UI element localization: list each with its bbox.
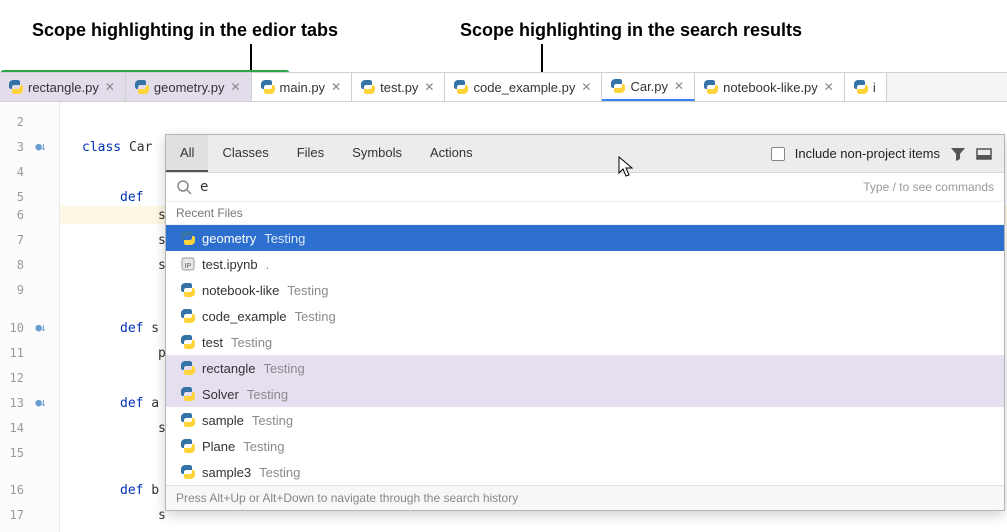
result-item[interactable]: Plane Testing [166,433,1004,459]
editor-tab[interactable]: geometry.py ✕ [126,73,252,101]
code-line[interactable]: def [120,190,143,205]
results-section-header: Recent Files [166,202,1004,225]
result-item[interactable]: sample Testing [166,407,1004,433]
popup-tab-strip: All Classes Files Symbols Actions [166,135,487,172]
result-item[interactable]: code_example Testing [166,303,1004,329]
editor-tab[interactable]: main.py ✕ [252,73,353,101]
result-location: Testing [231,335,272,350]
result-name: code_example [202,309,287,324]
code-line[interactable]: def s [120,321,159,336]
code-line[interactable]: def b [120,483,159,498]
tab-classes[interactable]: Classes [208,135,282,172]
tab-label: code_example.py [473,80,575,95]
search-hint: Type / to see commands [863,180,994,194]
tab-label: main.py [280,80,326,95]
tab-label: notebook-like.py [723,80,818,95]
result-name: test [202,335,223,350]
open-in-tool-window-icon[interactable] [976,146,992,162]
tab-label: Car.py [630,79,668,94]
close-icon[interactable]: ✕ [331,80,341,94]
svg-text:IP: IP [185,263,192,270]
result-location: Testing [287,283,328,298]
tab-label: i [873,80,876,95]
result-location: Testing [295,309,336,324]
result-name: notebook-like [202,283,279,298]
result-name: rectangle [202,361,255,376]
result-location: . [266,257,270,272]
result-name: Plane [202,439,235,454]
editor-tab[interactable]: code_example.py ✕ [445,73,602,101]
editor-tab[interactable]: i [845,73,887,101]
result-item[interactable]: geometry Testing [166,225,1004,251]
search-row: Type / to see commands [166,173,1004,202]
annotation-line-left [250,44,252,72]
editor-tab[interactable]: rectangle.py ✕ [0,73,126,101]
tab-label: geometry.py [154,80,225,95]
result-name: sample3 [202,465,251,480]
popup-status-bar: Press Alt+Up or Alt+Down to navigate thr… [166,485,1004,510]
close-icon[interactable]: ✕ [424,80,434,94]
popup-header: All Classes Files Symbols Actions Includ… [166,135,1004,173]
annotation-label-right: Scope highlighting in the search results [460,20,802,41]
result-location: Testing [263,361,304,376]
result-location: Testing [264,231,305,246]
results-list: geometry Testing IP test.ipynb. notebook-lik… [166,225,1004,485]
result-item[interactable]: sample3 Testing [166,459,1004,485]
result-item[interactable]: Solver Testing [166,381,1004,407]
editor-gutter: 2 3 ●↓ 4 5 6 7 8 9 10 ●↓ 11 12 13 ●↓ 14 … [0,102,60,532]
close-icon[interactable]: ✕ [824,80,834,94]
result-location: Testing [259,465,300,480]
include-nonproject-checkbox[interactable] [771,147,785,161]
close-icon[interactable]: ✕ [581,80,591,94]
close-icon[interactable]: ✕ [674,79,684,93]
gutter-marker-icon[interactable]: ●↓ [30,321,50,334]
code-line[interactable]: def a [120,396,159,411]
search-icon [176,179,192,195]
result-location: Testing [252,413,293,428]
gutter-marker-icon[interactable]: ●↓ [30,396,50,409]
close-icon[interactable]: ✕ [105,80,115,94]
tab-label: test.py [380,80,418,95]
tab-files[interactable]: Files [283,135,338,172]
editor-tab[interactable]: Car.py ✕ [602,73,695,101]
tab-label: rectangle.py [28,80,99,95]
annotation-label-left: Scope highlighting in the edior tabs [32,20,338,41]
result-item[interactable]: test Testing [166,329,1004,355]
tab-symbols[interactable]: Symbols [338,135,416,172]
result-item[interactable]: notebook-like Testing [166,277,1004,303]
result-name: Solver [202,387,239,402]
search-everywhere-popup: All Classes Files Symbols Actions Includ… [165,134,1005,511]
editor-tabs: rectangle.py✕geometry.py✕main.py✕test.py… [0,72,1007,102]
result-item[interactable]: rectangle Testing [166,355,1004,381]
include-nonproject-label: Include non-project items [795,146,940,161]
result-item[interactable]: IP test.ipynb. [166,251,1004,277]
gutter-marker-icon[interactable]: ●↓ [30,140,50,153]
editor-tab[interactable]: test.py ✕ [352,73,445,101]
search-input[interactable] [200,179,855,195]
tab-actions[interactable]: Actions [416,135,487,172]
code-line[interactable]: class Car [82,140,152,155]
close-icon[interactable]: ✕ [230,80,240,94]
result-name: geometry [202,231,256,246]
result-location: Testing [243,439,284,454]
filter-icon[interactable] [950,146,966,162]
tab-all[interactable]: All [166,135,208,172]
editor-tab[interactable]: notebook-like.py ✕ [695,73,845,101]
result-name: sample [202,413,244,428]
result-name: test.ipynb [202,257,258,272]
result-location: Testing [247,387,288,402]
